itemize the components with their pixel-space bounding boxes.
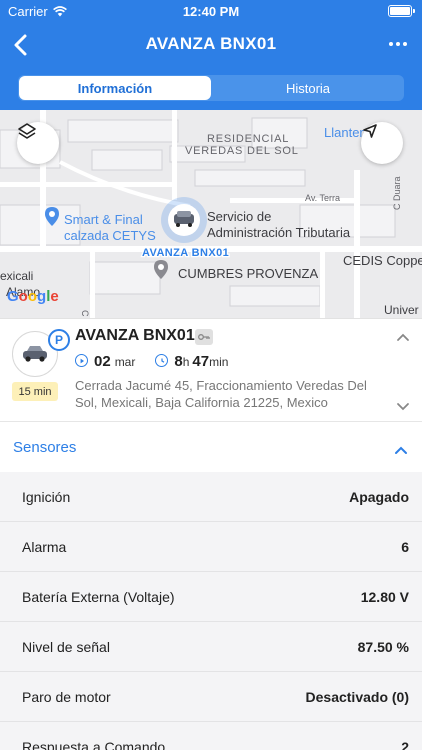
sensor-row-bateria: Batería Externa (Voltaje) 12.80 V <box>0 572 422 622</box>
battery-icon <box>388 5 415 17</box>
duration-hours: 8 <box>174 353 183 370</box>
navigation-arrow-icon <box>363 124 377 138</box>
sensor-row-respuesta: Respuesta a Comando 2 <box>0 722 422 750</box>
parking-badge: P <box>48 329 70 351</box>
car-icon <box>23 346 47 362</box>
sensor-list: Ignición Apagado Alarma 6 Batería Extern… <box>0 472 422 750</box>
date-day: 02 <box>94 353 111 370</box>
duration-minutes-unit: min <box>209 355 229 369</box>
google-letter: e <box>50 288 59 305</box>
google-letter: G <box>7 288 19 305</box>
nav-bar: AVANZA BNX01 <box>0 28 422 62</box>
status-time: 12:40 PM <box>182 4 240 19</box>
tab-bar: Información Historia <box>18 75 404 101</box>
collapse-vehicle-button[interactable] <box>396 329 410 341</box>
sensor-row-alarma: Alarma 6 <box>0 522 422 572</box>
sensor-value: 87.50 % <box>357 639 409 655</box>
sensor-label: Respuesta a Comando <box>22 739 166 750</box>
map-label-smart-final-1: Smart & Final <box>64 212 143 227</box>
sensor-value: 6 <box>401 539 409 555</box>
top-bar: Carrier 12:40 PM AVANZA BNX01 Informació… <box>0 0 422 110</box>
sensor-label: Nivel de señal <box>22 639 110 655</box>
play-circle-icon <box>75 354 88 367</box>
google-letter: o <box>18 288 28 305</box>
page-title: AVANZA BNX01 <box>145 34 277 53</box>
date-month: mar <box>114 355 136 369</box>
status-bar: Carrier 12:40 PM <box>0 0 422 24</box>
key-glyph <box>198 334 210 340</box>
chevron-down-icon <box>397 403 409 411</box>
google-logo: Google <box>7 288 59 305</box>
vehicle-panel[interactable]: P 15 min AVANZA BNX01 02 mar 8 h 47 min … <box>0 318 422 421</box>
google-letter: o <box>27 288 38 305</box>
more-dots-icon <box>389 42 393 46</box>
sensors-title: Sensores <box>13 439 77 456</box>
more-button[interactable] <box>388 34 408 54</box>
map-label-cedis: CEDIS Coppel <box>343 253 422 268</box>
locate-button[interactable] <box>361 122 403 164</box>
sensor-value: Desactivado (0) <box>305 689 409 705</box>
sensor-value: Apagado <box>349 489 409 505</box>
more-dot <box>396 42 400 46</box>
map-label-servicio-1: Servicio de <box>207 209 271 224</box>
key-icon <box>195 329 213 345</box>
duration-hours-unit: h <box>182 355 190 369</box>
sensors-toggle-button[interactable] <box>394 442 408 454</box>
layers-button[interactable] <box>17 122 59 164</box>
sensor-label: Ignición <box>22 489 71 505</box>
sensors-header[interactable]: Sensores <box>0 421 422 472</box>
map-label-smart-final-2: calzada CETYS <box>64 228 156 243</box>
minutes-badge: 15 min <box>12 382 58 401</box>
map-label-av-terra: Av. Terra <box>305 193 340 203</box>
layers-icon <box>18 123 36 139</box>
clock-glyph <box>161 358 165 363</box>
map-label-cumbres: CUMBRES PROVENZA <box>178 266 318 281</box>
google-letter: g <box>37 288 47 305</box>
vehicle-stats: 02 mar 8 h 47 min <box>75 353 228 370</box>
chevron-up-icon <box>395 446 407 454</box>
map-label-univer: Univer <box>384 303 419 317</box>
expand-vehicle-button[interactable] <box>396 398 410 411</box>
sensor-label: Batería Externa (Voltaje) <box>22 589 175 605</box>
map-vehicle-label: AVANZA BNX01 <box>142 247 229 259</box>
sensor-row-paro-motor: Paro de motor Desactivado (0) <box>0 672 422 722</box>
chevron-up-icon <box>397 333 409 341</box>
tab-historia[interactable]: Historia <box>212 75 404 101</box>
map-canvas: RESIDENCIAL VEREDAS DEL SOL Llanter Av. … <box>0 110 422 318</box>
more-dot <box>403 42 407 46</box>
map-label-c-cedi: C Cedi <box>80 310 90 318</box>
map-label-veredas: VEREDAS DEL SOL <box>185 145 299 157</box>
map-label-c-duara: C Duara <box>392 176 402 210</box>
sensor-value: 2 <box>401 739 409 750</box>
sensor-value: 12.80 V <box>360 589 409 605</box>
sensor-label: Paro de motor <box>22 689 111 705</box>
map-label-residencial: RESIDENCIAL <box>207 133 289 145</box>
sensor-row-senal: Nivel de señal 87.50 % <box>0 622 422 672</box>
vehicle-name: AVANZA BNX01 <box>75 327 195 344</box>
sensor-label: Alarma <box>22 539 67 555</box>
map-label-servicio-2: Administración Tributaria <box>207 225 351 240</box>
map-label-llantera: Llanter <box>324 125 364 140</box>
duration-minutes: 47 <box>192 353 210 370</box>
map-view[interactable]: RESIDENCIAL VEREDAS DEL SOL Llanter Av. … <box>0 110 422 318</box>
map-label-mexicali: exicali <box>0 269 33 283</box>
clock-icon <box>155 354 169 367</box>
play-glyph <box>80 358 84 363</box>
vehicle-address: Cerrada Jacumé 45, Fraccionamiento Vered… <box>75 378 367 410</box>
tab-informacion[interactable]: Información <box>19 76 211 100</box>
sensor-row-ignicion: Ignición Apagado <box>0 472 422 522</box>
